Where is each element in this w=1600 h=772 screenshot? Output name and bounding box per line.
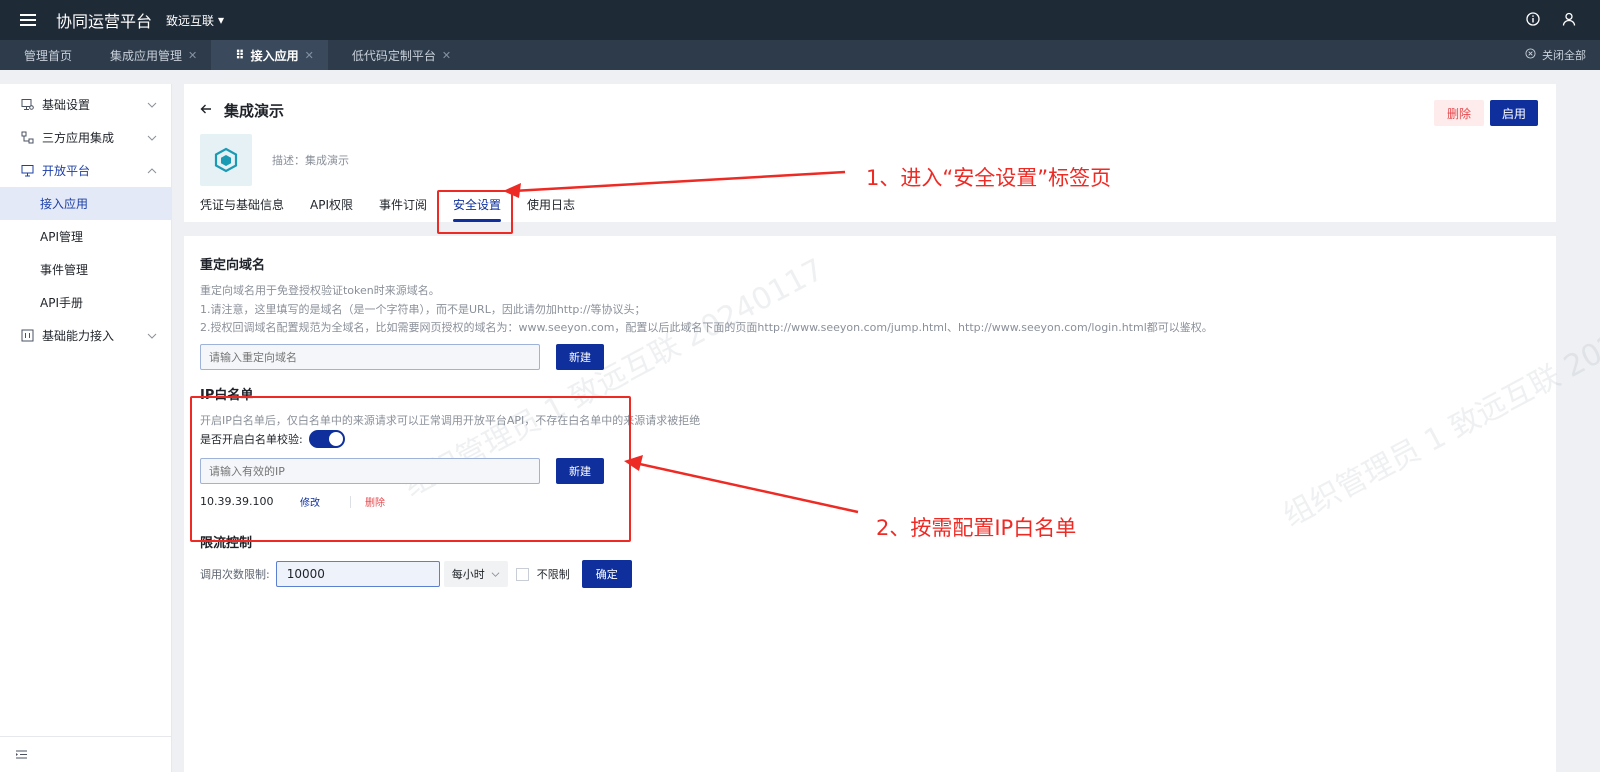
- chevron-down-icon: [147, 135, 157, 141]
- page-tabs: 管理首页 集成应用管理 ✕ ⠿ 接入应用 ✕ 低代码定制平台 ✕ 关闭全部: [0, 40, 1600, 70]
- close-icon[interactable]: ✕: [305, 49, 314, 62]
- org-name: 致远互联: [166, 13, 215, 28]
- tab-lowcode-platform[interactable]: 低代码定制平台 ✕: [328, 40, 465, 70]
- chevron-down-icon: [147, 102, 157, 108]
- tab-label: 集成应用管理: [110, 48, 183, 63]
- tab-api-permissions[interactable]: API权限: [297, 196, 366, 220]
- desktop-icon: [20, 164, 34, 178]
- info-icon[interactable]: [1526, 11, 1540, 29]
- tab-home[interactable]: 管理首页: [0, 40, 86, 70]
- user-icon[interactable]: [1562, 12, 1576, 29]
- tab-label: 管理首页: [24, 48, 73, 63]
- sidebar-item-label: 基础设置: [42, 98, 91, 112]
- cube-icon: [214, 147, 238, 173]
- sidebar-item-third-party[interactable]: 三方应用集成: [0, 121, 171, 154]
- caret-down-icon: ▾: [218, 13, 225, 27]
- rate-period-value: 每小时: [451, 568, 485, 581]
- redirect-domain-input[interactable]: [200, 344, 540, 370]
- tab-credentials[interactable]: 凭证与基础信息: [200, 196, 297, 220]
- collapse-menu-icon: [16, 748, 27, 762]
- unlimited-label: 不限制: [536, 568, 570, 581]
- sidebar: 基础设置 三方应用集成 开放平台 接入应用 API管理 事件管理 API手册 基…: [0, 84, 172, 772]
- redirect-hint-1: 重定向域名用于免登授权验证token时来源域名。: [200, 284, 440, 297]
- page-title: 集成演示: [224, 102, 285, 120]
- top-bar: 协同运营平台 致远互联 ▾: [0, 0, 1600, 40]
- confirm-rate-button[interactable]: 确定: [581, 560, 632, 588]
- sidebar-item-api-management[interactable]: API管理: [0, 220, 171, 253]
- tab-event-subscription[interactable]: 事件订阅: [366, 196, 440, 220]
- annotation-step-2: 2、按需配置IP白名单: [876, 516, 1077, 540]
- redirect-hint-2: 1.请注意，这里填写的是域名（是一个字符串），而不是URL，因此请勿加http:…: [200, 303, 646, 316]
- tab-label: 接入应用: [250, 48, 299, 63]
- org-switcher[interactable]: 致远互联 ▾: [166, 12, 224, 29]
- add-redirect-domain-button[interactable]: 新建: [556, 344, 604, 370]
- watermark: 组织管理员 1 致远互联 20240117: [1277, 282, 1600, 534]
- sidebar-item-basic-capabilities[interactable]: 基础能力接入: [0, 319, 171, 352]
- menu-icon[interactable]: [0, 13, 56, 27]
- rate-limit-input[interactable]: 10000: [275, 561, 440, 587]
- sidebar-item-label: 开放平台: [42, 164, 91, 178]
- monitor-settings-icon: [20, 98, 34, 112]
- app-header-card: 集成演示 描述：集成演示 删除 启用 凭证与基础信息 API权限 事件订阅 安全…: [184, 84, 1556, 222]
- app-logo: [200, 134, 252, 186]
- unlimited-checkbox[interactable]: [515, 567, 529, 581]
- app-description: 描述：集成演示: [272, 154, 349, 167]
- flow-icon: [20, 131, 34, 145]
- annotation-box-security-tab: [437, 190, 513, 234]
- annotation-box-ip-whitelist: [190, 396, 631, 542]
- rate-period-select[interactable]: 每小时: [443, 561, 508, 587]
- sidebar-item-label: 基础能力接入: [42, 329, 115, 343]
- close-icon[interactable]: ✕: [442, 49, 451, 62]
- sidebar-item-open-platform[interactable]: 开放平台: [0, 154, 171, 187]
- close-all-button[interactable]: 关闭全部: [1525, 40, 1600, 70]
- redirect-hint-3: 2.授权回调域名配置规范为全域名，比如需要网页授权的域名为：www.seeyon…: [200, 321, 1213, 334]
- app-title: 协同运营平台: [56, 12, 153, 31]
- back-arrow-icon[interactable]: [200, 103, 212, 118]
- detail-tabs: 凭证与基础信息 API权限 事件订阅 安全设置 使用日志: [200, 196, 588, 222]
- tab-label: 低代码定制平台: [351, 48, 436, 63]
- enable-app-button[interactable]: 启用: [1490, 100, 1538, 126]
- annotation-step-1: 1、进入“安全设置”标签页: [866, 166, 1112, 190]
- sidebar-item-label: API管理: [40, 230, 83, 244]
- sidebar-item-basic-settings[interactable]: 基础设置: [0, 88, 171, 121]
- sidebar-item-label: 三方应用集成: [42, 131, 115, 145]
- delete-app-button[interactable]: 删除: [1434, 100, 1484, 126]
- sidebar-item-label: 事件管理: [40, 263, 89, 277]
- grid-icon: [20, 329, 34, 343]
- sidebar-item-access-apps[interactable]: 接入应用: [0, 187, 171, 220]
- sidebar-item-label: 接入应用: [40, 197, 89, 211]
- sidebar-item-api-manual[interactable]: API手册: [0, 286, 171, 319]
- tab-usage-logs[interactable]: 使用日志: [514, 196, 588, 220]
- close-all-label: 关闭全部: [1542, 49, 1586, 62]
- close-icon[interactable]: ✕: [188, 49, 197, 62]
- tab-integration-apps[interactable]: 集成应用管理 ✕: [86, 40, 211, 70]
- redirect-domain-title: 重定向域名: [200, 258, 266, 273]
- sidebar-item-label: API手册: [40, 296, 83, 310]
- collapse-sidebar-button[interactable]: [0, 736, 171, 772]
- chevron-up-icon: [147, 167, 157, 173]
- circle-close-icon: [1525, 48, 1536, 62]
- drag-handle-icon: ⠿: [235, 48, 245, 62]
- tab-access-apps[interactable]: ⠿ 接入应用 ✕: [211, 40, 328, 70]
- sidebar-item-event-management[interactable]: 事件管理: [0, 253, 171, 286]
- chevron-down-icon: [147, 333, 157, 339]
- rate-limit-label: 调用次数限制:: [200, 568, 270, 581]
- chevron-down-icon: [491, 571, 500, 577]
